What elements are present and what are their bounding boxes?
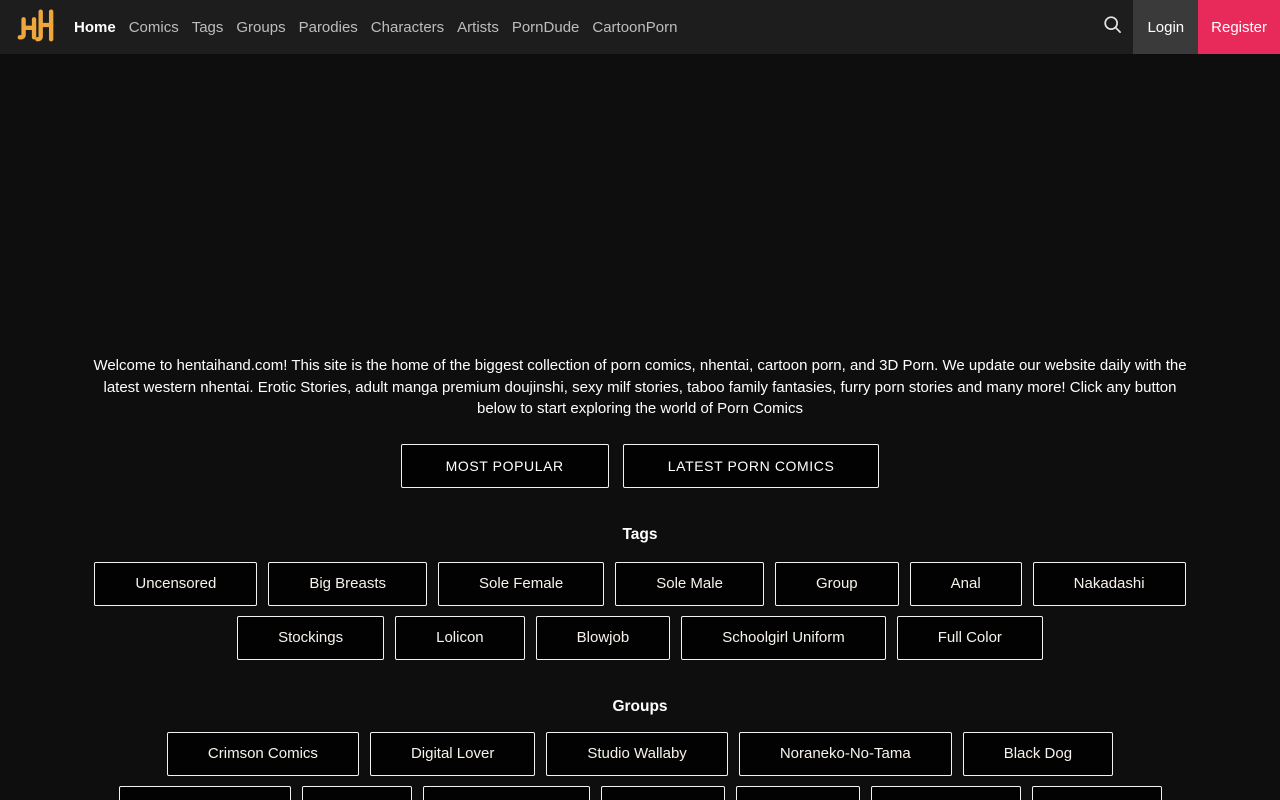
nav-item-groups[interactable]: Groups	[236, 15, 285, 40]
groups-row-1: Crimson Comics Digital Lover Studio Wall…	[0, 731, 1280, 776]
nav-item-artists[interactable]: Artists	[457, 15, 499, 40]
tags-row-2: Stockings Lolicon Blowjob Schoolgirl Uni…	[0, 615, 1280, 660]
hh-logo-icon	[14, 6, 56, 49]
latest-porn-comics-button[interactable]: LATEST PORN COMICS	[622, 443, 880, 488]
nav-item-tags[interactable]: Tags	[192, 15, 224, 40]
tag-button-blowjob[interactable]: Blowjob	[535, 615, 671, 660]
nav-item-home[interactable]: Home	[74, 15, 116, 40]
tag-button-schoolgirl-uniform[interactable]: Schoolgirl Uniform	[681, 615, 886, 660]
groups-row-2-partial	[0, 785, 1280, 800]
login-button[interactable]: Login	[1133, 0, 1199, 54]
group-button-noraneko-no-tama[interactable]: Noraneko-No-Tama	[738, 731, 952, 776]
cta-button-row: MOST POPULAR LATEST PORN COMICS	[0, 443, 1280, 488]
main-navigation: Home Comics Tags Groups Parodies Charact…	[74, 15, 677, 40]
tag-button-full-color[interactable]: Full Color	[896, 615, 1043, 660]
group-button-partial-4[interactable]	[600, 785, 725, 800]
group-button-partial-6[interactable]	[870, 785, 1021, 800]
welcome-text: Welcome to hentaihand.com! This site is …	[93, 357, 1187, 417]
nav-item-cartoonporn[interactable]: CartoonPorn	[592, 15, 677, 40]
search-icon	[1103, 15, 1122, 39]
nav-item-porndude[interactable]: PornDude	[512, 15, 580, 40]
nav-item-comics[interactable]: Comics	[129, 15, 179, 40]
tag-button-anal[interactable]: Anal	[909, 561, 1022, 606]
nav-item-characters[interactable]: Characters	[371, 15, 444, 40]
tag-button-sole-female[interactable]: Sole Female	[438, 561, 605, 606]
navbar-right-controls: Login Register	[1091, 0, 1280, 54]
tag-button-big-breasts[interactable]: Big Breasts	[268, 561, 428, 606]
search-button[interactable]	[1091, 0, 1133, 54]
tag-button-group[interactable]: Group	[774, 561, 899, 606]
register-button[interactable]: Register	[1198, 0, 1280, 54]
tag-button-nakadashi[interactable]: Nakadashi	[1032, 561, 1186, 606]
group-button-crimson-comics[interactable]: Crimson Comics	[166, 731, 359, 776]
tag-button-lolicon[interactable]: Lolicon	[395, 615, 525, 660]
group-button-partial-2[interactable]	[301, 785, 412, 800]
tag-button-uncensored[interactable]: Uncensored	[94, 561, 258, 606]
tag-button-sole-male[interactable]: Sole Male	[615, 561, 764, 606]
tag-button-stockings[interactable]: Stockings	[237, 615, 385, 660]
nav-item-parodies[interactable]: Parodies	[299, 15, 358, 40]
group-button-partial-7[interactable]	[1031, 785, 1162, 800]
top-navbar: Home Comics Tags Groups Parodies Charact…	[0, 0, 1280, 54]
group-button-partial-3[interactable]	[422, 785, 590, 800]
group-button-partial-5[interactable]	[735, 785, 860, 800]
group-button-black-dog[interactable]: Black Dog	[962, 731, 1114, 776]
most-popular-button[interactable]: MOST POPULAR	[400, 443, 609, 488]
group-button-partial-1[interactable]	[118, 785, 291, 800]
group-button-digital-lover[interactable]: Digital Lover	[369, 731, 536, 776]
groups-heading: Groups	[612, 697, 668, 715]
group-button-studio-wallaby[interactable]: Studio Wallaby	[546, 731, 728, 776]
site-logo[interactable]	[0, 0, 74, 54]
tags-row-1: Uncensored Big Breasts Sole Female Sole …	[0, 561, 1280, 606]
tags-heading: Tags	[622, 525, 658, 543]
